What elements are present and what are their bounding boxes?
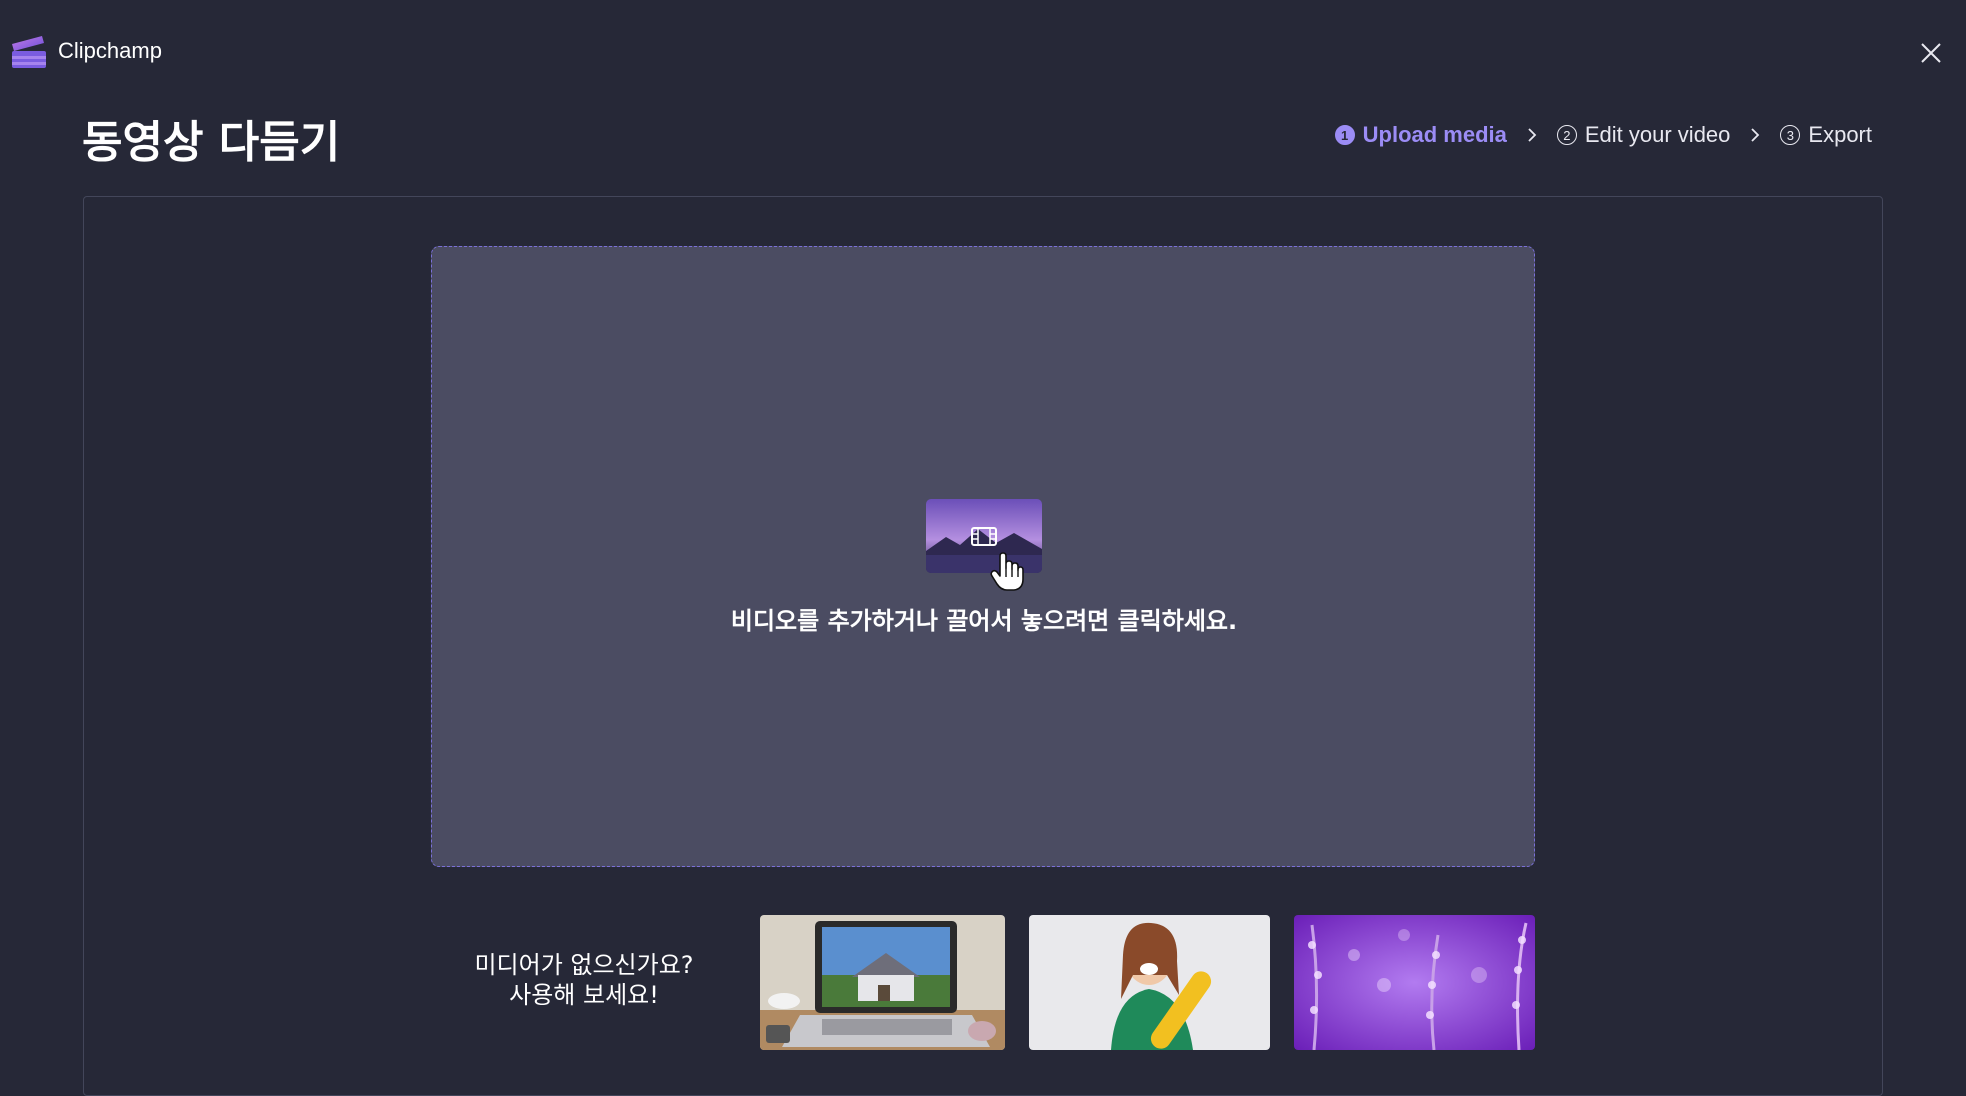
step-number: 1 xyxy=(1334,125,1355,145)
hand-cursor-icon xyxy=(990,552,1024,591)
no-media-line-2: 사용해 보세요! xyxy=(509,981,659,1009)
sample-media-skateboard[interactable] xyxy=(1029,915,1270,1050)
video-thumbnail-icon xyxy=(926,499,1042,573)
step-number: 2 xyxy=(1556,125,1577,145)
step-upload-media[interactable]: 1 Upload media xyxy=(1334,122,1507,148)
chevron-right-icon xyxy=(1527,127,1537,143)
wizard-steps: 1 Upload media 2 Edit your video 3 Expor… xyxy=(1334,122,1872,148)
woman-skateboard-image xyxy=(1029,915,1270,1050)
close-icon xyxy=(1921,43,1941,63)
clipchamp-logo-icon xyxy=(12,36,46,68)
title-bar: Clipchamp xyxy=(0,0,1966,100)
no-media-line-1: 미디어가 없으신가요? xyxy=(474,951,694,979)
sample-media-laptop[interactable] xyxy=(760,915,1005,1050)
step-export[interactable]: 3 Export xyxy=(1780,122,1872,148)
no-media-prompt: 미디어가 없으신가요? 사용해 보세요! xyxy=(440,950,728,1010)
step-label: Export xyxy=(1808,122,1872,147)
step-label: Edit your video xyxy=(1584,122,1731,147)
sample-media-flowers[interactable] xyxy=(1294,915,1535,1050)
step-label: Upload media xyxy=(1362,122,1507,147)
app-name: Clipchamp xyxy=(58,38,162,63)
chevron-right-icon xyxy=(1750,127,1760,143)
step-number: 3 xyxy=(1780,125,1801,145)
step-edit-video[interactable]: 2 Edit your video xyxy=(1556,122,1731,148)
close-button[interactable] xyxy=(1914,36,1948,70)
page-title: 동영상 다듬기 xyxy=(82,117,341,168)
purple-flowers-image xyxy=(1294,915,1535,1050)
dropzone-instruction: 비디오를 추가하거나 끌어서 놓으려면 클릭하세요. xyxy=(730,607,1238,635)
media-dropzone[interactable]: 비디오를 추가하거나 끌어서 놓으려면 클릭하세요. xyxy=(431,246,1535,867)
laptop-house-image xyxy=(760,915,1005,1050)
